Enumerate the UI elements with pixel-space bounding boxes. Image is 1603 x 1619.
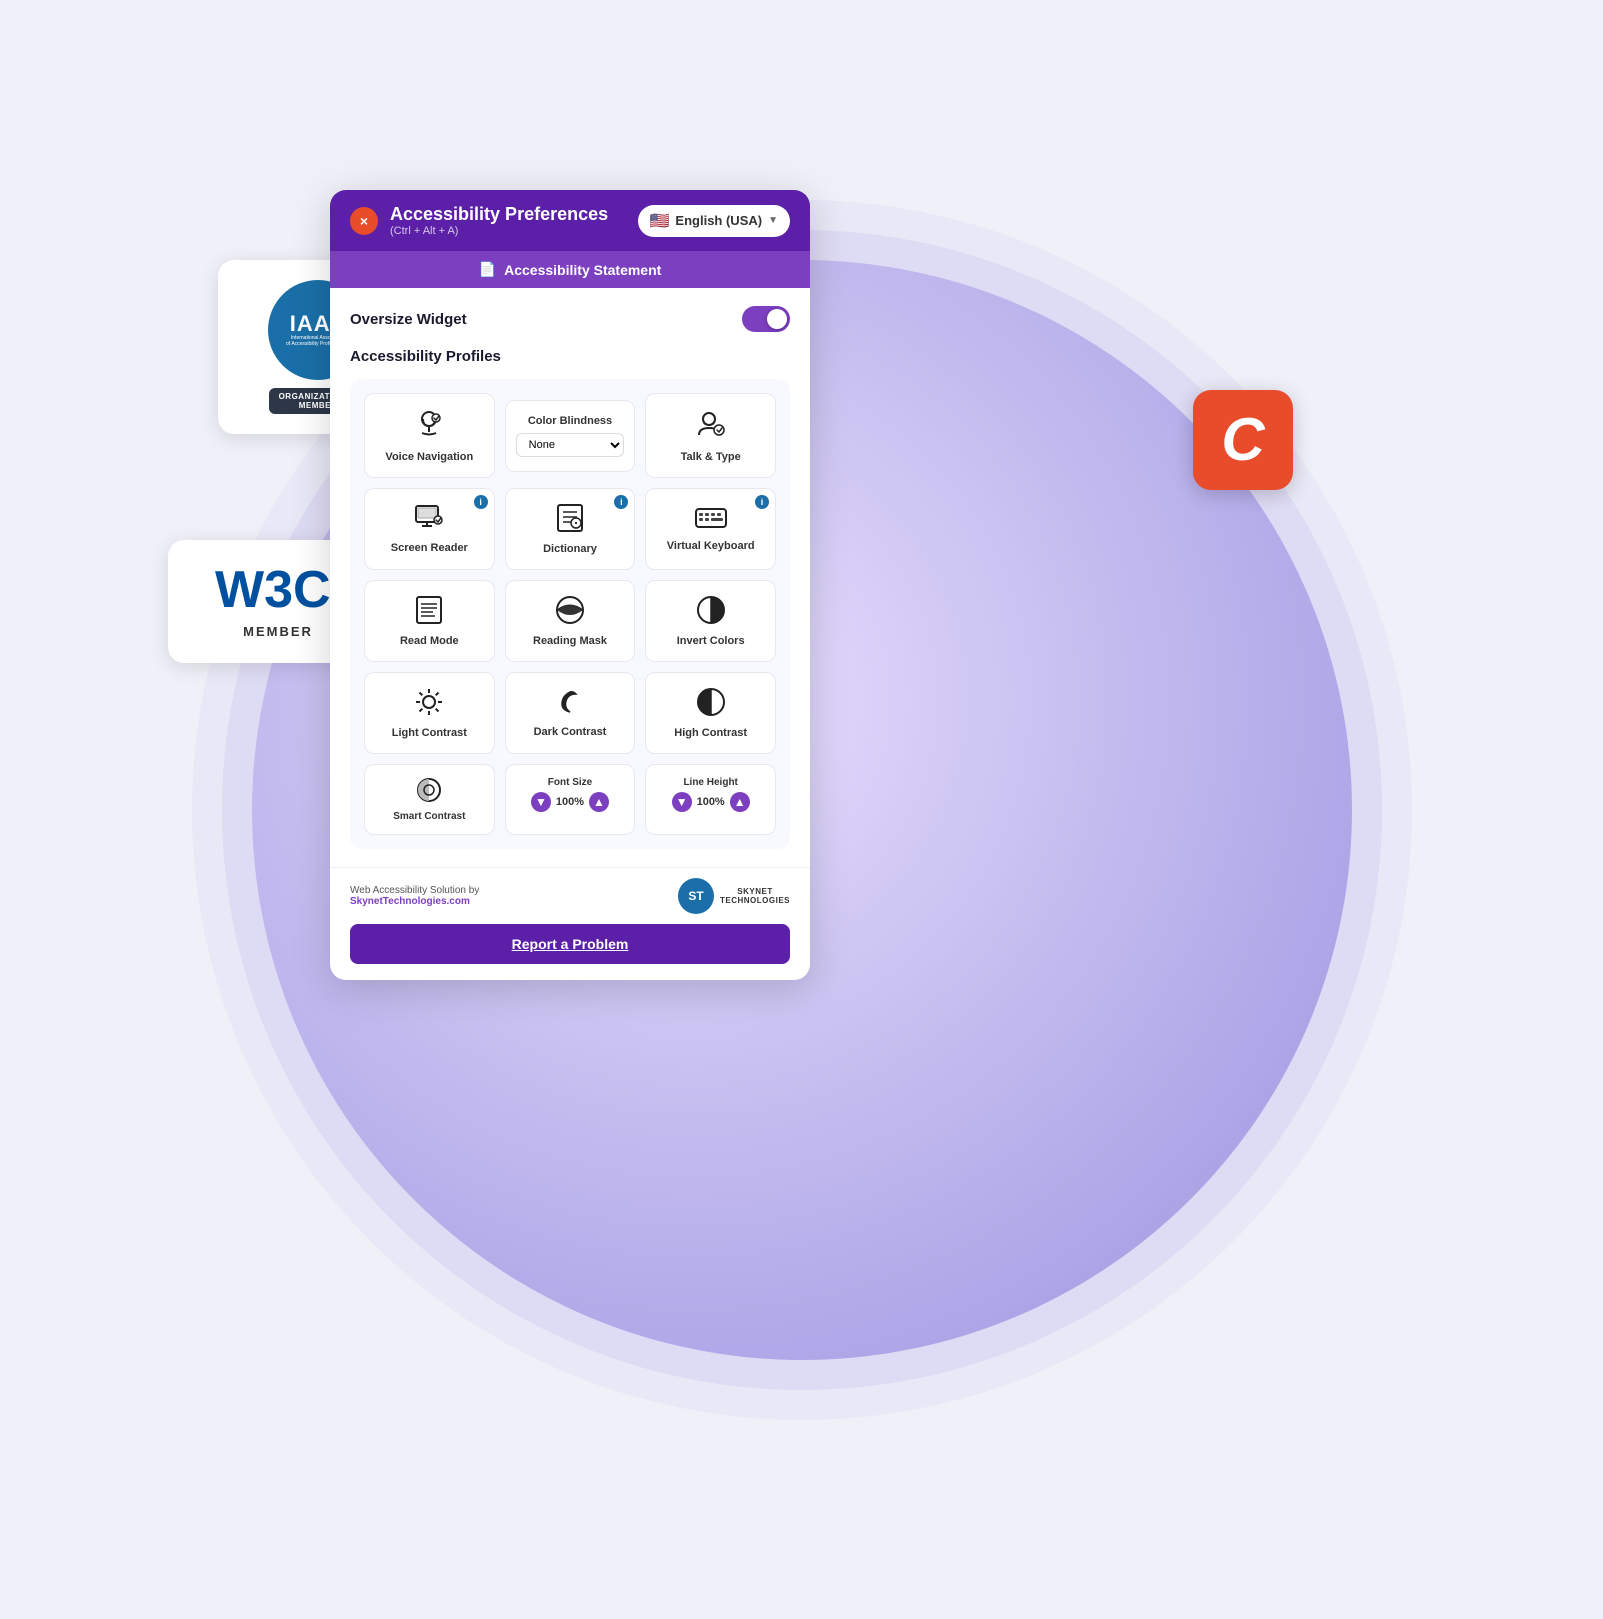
read-mode-label: Read Mode	[400, 635, 459, 647]
invert-colors-icon	[696, 595, 726, 629]
report-row: Report a Problem	[330, 924, 810, 980]
color-blindness-item: Color Blindness None Protanopia Deuteran…	[505, 400, 636, 472]
cb-label: Color Blindness	[528, 415, 612, 427]
statement-banner[interactable]: 📄 Accessibility Statement	[330, 251, 810, 288]
reading-mask-icon	[555, 595, 585, 629]
c-card: C	[1193, 390, 1293, 490]
report-problem-button[interactable]: Report a Problem	[350, 924, 790, 964]
close-button[interactable]: ×	[350, 207, 378, 235]
virtual-keyboard-label: Virtual Keyboard	[667, 540, 755, 552]
dark-contrast-item[interactable]: Dark Contrast	[505, 672, 636, 754]
w3c-logo: W3C®	[215, 564, 341, 616]
c-letter: C	[1221, 410, 1264, 470]
dictionary-item[interactable]: i Dictionary	[505, 488, 636, 570]
talk-type-label: Talk & Type	[681, 451, 741, 463]
read-mode-item[interactable]: Read Mode	[364, 580, 495, 662]
talk-type-icon	[695, 408, 727, 445]
flag-icon: 🇺🇸	[650, 211, 670, 231]
line-height-item: Line Height ▼ 100% ▲	[645, 764, 776, 835]
oversize-row: Oversize Widget	[350, 306, 790, 332]
panel-shortcut: (Ctrl + Alt + A)	[390, 225, 608, 237]
panel-body: Oversize Widget Accessibility Profiles	[330, 288, 810, 867]
high-contrast-label: High Contrast	[674, 727, 747, 739]
font-size-stepper: ▼ 100% ▲	[531, 792, 609, 812]
grid-row-1: i Screen Read	[364, 488, 776, 570]
panel-header: × Accessibility Preferences (Ctrl + Alt …	[330, 190, 810, 251]
reading-mask-label: Reading Mask	[533, 635, 607, 647]
skynet-logo: ST SKYNETTECHNOLOGIES	[678, 878, 790, 914]
smart-contrast-item[interactable]: Smart Contrast	[364, 764, 495, 835]
profiles-section-title: Accessibility Profiles	[350, 348, 790, 365]
smart-contrast-label: Smart Contrast	[393, 811, 465, 822]
high-contrast-icon	[696, 687, 726, 721]
dictionary-label: Dictionary	[543, 543, 597, 555]
w3c-member-label: MEMBER	[243, 624, 313, 639]
dictionary-info[interactable]: i	[614, 495, 628, 509]
line-height-stepper: ▼ 100% ▲	[672, 792, 750, 812]
font-size-decrease[interactable]: ▼	[531, 792, 551, 812]
invert-colors-label: Invert Colors	[677, 635, 745, 647]
skynet-text: SKYNETTECHNOLOGIES	[720, 887, 790, 905]
line-height-label: Line Height	[683, 777, 737, 788]
light-contrast-label: Light Contrast	[392, 727, 467, 739]
bottom-row: Smart Contrast Font Size ▼ 100% ▲ Line H…	[364, 764, 776, 835]
reading-mask-item[interactable]: Reading Mask	[505, 580, 636, 662]
voice-navigation-item[interactable]: Voice Navigation	[364, 393, 495, 478]
screen-reader-info[interactable]: i	[474, 495, 488, 509]
skynet-icon: ST	[678, 878, 714, 914]
chevron-down-icon: ▼	[768, 215, 778, 226]
top-profile-row: Voice Navigation Color Blindness None Pr…	[364, 393, 776, 478]
screen-reader-item[interactable]: i Screen Read	[364, 488, 495, 570]
voice-nav-label: Voice Navigation	[385, 451, 473, 463]
font-size-item: Font Size ▼ 100% ▲	[505, 764, 636, 835]
page-wrapper: IAAP International Associationof Accessi…	[0, 0, 1603, 1619]
dictionary-icon	[556, 503, 584, 537]
screen-reader-label: Screen Reader	[391, 542, 468, 554]
language-button[interactable]: 🇺🇸 English (USA) ▼	[638, 205, 791, 237]
accessibility-panel: × Accessibility Preferences (Ctrl + Alt …	[330, 190, 810, 980]
grid-row-3: Light Contrast Dark Contrast	[364, 672, 776, 754]
grid-row-2: Read Mode Reading Mask	[364, 580, 776, 662]
line-height-decrease[interactable]: ▼	[672, 792, 692, 812]
color-blindness-select[interactable]: None Protanopia Deuteranopia Tritanopia	[516, 433, 625, 457]
line-height-increase[interactable]: ▲	[730, 792, 750, 812]
footer-text: Web Accessibility Solution by SkynetTech…	[350, 885, 479, 907]
font-size-value: 100%	[555, 796, 585, 808]
profiles-area: Voice Navigation Color Blindness None Pr…	[350, 379, 790, 849]
virtual-keyboard-info[interactable]: i	[755, 495, 769, 509]
statement-label: Accessibility Statement	[504, 262, 661, 278]
footer-link[interactable]: SkynetTechnologies.com	[350, 896, 470, 907]
font-size-label: Font Size	[548, 777, 592, 788]
virtual-keyboard-icon	[695, 506, 727, 534]
line-height-value: 100%	[696, 796, 726, 808]
dark-contrast-icon	[556, 688, 584, 720]
dark-contrast-label: Dark Contrast	[534, 726, 607, 738]
panel-footer: Web Accessibility Solution by SkynetTech…	[330, 867, 810, 924]
light-contrast-icon	[414, 687, 444, 721]
panel-title: Accessibility Preferences	[390, 204, 608, 225]
read-mode-icon	[415, 595, 443, 629]
smart-contrast-icon	[416, 777, 442, 807]
screen-reader-icon	[414, 504, 444, 536]
light-contrast-item[interactable]: Light Contrast	[364, 672, 495, 754]
statement-icon: 📄	[479, 261, 496, 278]
lang-label: English (USA)	[675, 213, 762, 228]
invert-colors-item[interactable]: Invert Colors	[645, 580, 776, 662]
voice-navigation-icon	[413, 408, 445, 445]
talk-type-item[interactable]: Talk & Type	[645, 393, 776, 478]
font-size-increase[interactable]: ▲	[589, 792, 609, 812]
panel-header-left: × Accessibility Preferences (Ctrl + Alt …	[350, 204, 608, 237]
high-contrast-item[interactable]: High Contrast	[645, 672, 776, 754]
oversize-toggle[interactable]	[742, 306, 790, 332]
virtual-keyboard-item[interactable]: i	[645, 488, 776, 570]
panel-title-block: Accessibility Preferences (Ctrl + Alt + …	[390, 204, 608, 237]
oversize-label: Oversize Widget	[350, 311, 467, 328]
